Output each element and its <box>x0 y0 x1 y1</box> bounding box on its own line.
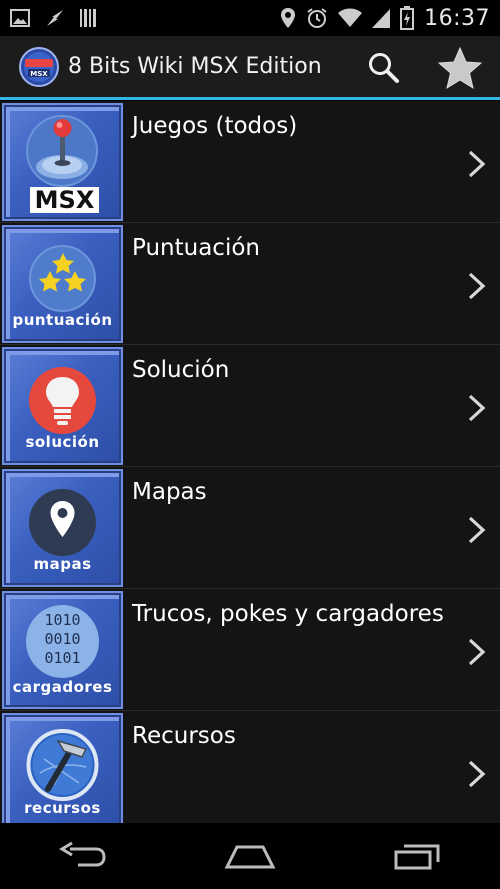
thumb-puntuacion: puntuación <box>2 225 123 343</box>
chevron-right-icon <box>468 760 486 788</box>
status-bar: 16:37 <box>0 0 500 36</box>
home-icon <box>224 845 276 869</box>
item-title-juegos: Juegos (todos) <box>132 113 298 139</box>
recents-button[interactable] <box>387 836 447 876</box>
signal-icon <box>372 8 391 28</box>
status-system: 16:37 <box>280 6 490 31</box>
search-icon <box>369 53 399 83</box>
menu-list: MSX Juegos (todos) puntuación Puntuación <box>0 101 500 823</box>
app-logo[interactable]: MSX <box>19 46 59 87</box>
list-item-juegos[interactable]: MSX Juegos (todos) <box>0 101 500 223</box>
back-button[interactable] <box>53 836 113 876</box>
thumb-mapas: mapas <box>2 469 123 587</box>
thumb-label-puntuacion: puntuación <box>12 311 113 329</box>
thumb-juegos: MSX <box>2 103 123 221</box>
item-title-trucos: Trucos, pokes y cargadores <box>132 601 444 627</box>
star-icon <box>437 46 483 90</box>
binary-line-3: 0101 <box>44 649 80 667</box>
item-title-puntuacion: Puntuación <box>132 235 260 261</box>
thumb-solucion: solución <box>2 347 123 465</box>
thumb-trucos: 1010 0010 0101 cargadores <box>2 591 123 709</box>
location-icon <box>280 7 296 29</box>
list-item-mapas[interactable]: mapas Mapas <box>0 467 500 589</box>
home-button[interactable] <box>220 836 280 876</box>
recents-icon <box>394 844 440 870</box>
list-item-recursos[interactable]: recursos Recursos <box>0 711 500 823</box>
battery-icon <box>400 6 415 30</box>
app-logo-text: MSX <box>30 70 48 78</box>
status-notifications <box>10 7 98 29</box>
thumb-recursos: recursos <box>2 713 123 823</box>
list-item-solucion[interactable]: solución Solución <box>0 345 500 467</box>
alarm-icon <box>306 7 328 29</box>
joystick-icon: MSX <box>26 115 99 214</box>
binary-line-2: 0010 <box>44 630 80 648</box>
list-item-puntuacion[interactable]: puntuación Puntuación <box>0 223 500 345</box>
back-icon <box>59 841 106 867</box>
navigation-bar <box>0 823 500 889</box>
chevron-right-icon <box>468 150 486 178</box>
flash-icon <box>44 7 66 29</box>
status-time: 16:37 <box>424 5 490 31</box>
thumb-label-trucos: cargadores <box>12 678 113 696</box>
chevron-right-icon <box>468 638 486 666</box>
wifi-icon <box>338 8 363 28</box>
chevron-right-icon <box>468 516 486 544</box>
image-icon <box>10 8 30 28</box>
thumb-label-mapas: mapas <box>33 555 92 573</box>
binary-line-1: 1010 <box>44 611 80 629</box>
thumb-label-solucion: solución <box>25 433 100 451</box>
list-item-trucos[interactable]: 1010 0010 0101 cargadores Trucos, pokes … <box>0 589 500 711</box>
chevron-right-icon <box>468 272 486 300</box>
search-button[interactable] <box>352 36 416 100</box>
item-title-mapas: Mapas <box>132 479 207 505</box>
barcode-icon <box>80 8 98 28</box>
chevron-right-icon <box>468 394 486 422</box>
thumb-label-juegos: MSX <box>35 186 95 214</box>
item-title-recursos: Recursos <box>132 723 236 749</box>
thumb-label-recursos: recursos <box>24 799 101 817</box>
item-title-solucion: Solución <box>132 357 230 383</box>
app-title: 8 Bits Wiki MSX Edition <box>68 54 322 79</box>
action-bar: MSX 8 Bits Wiki MSX Edition <box>0 36 500 100</box>
favorites-button[interactable] <box>428 36 492 100</box>
